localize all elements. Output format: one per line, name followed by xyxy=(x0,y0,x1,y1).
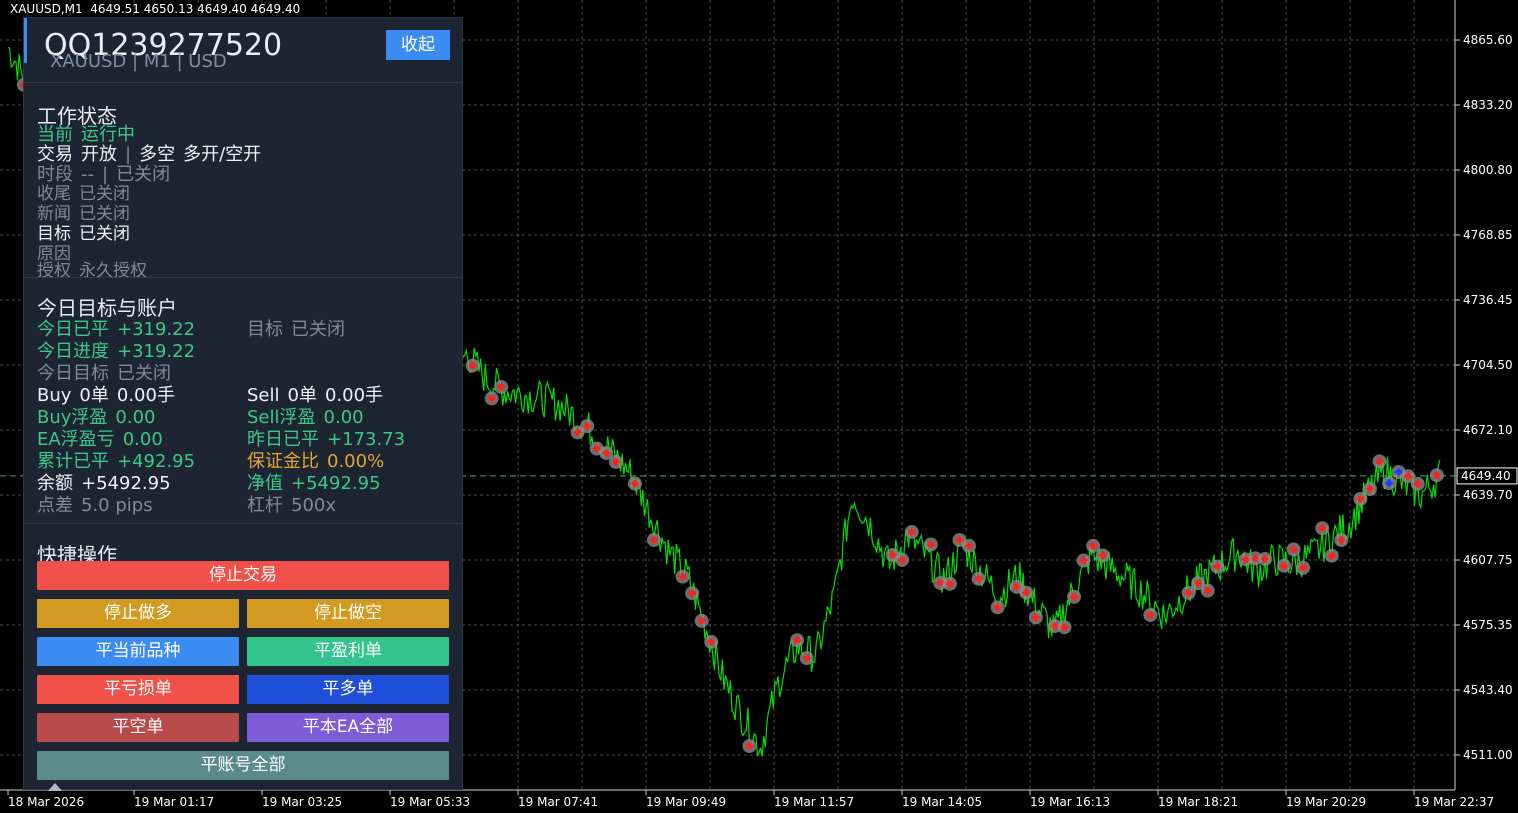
spread-value: 5.0 pips xyxy=(81,495,153,516)
spread-row: 点差 5.0 pips xyxy=(37,491,153,517)
close-account-all-button[interactable]: 平账号全部 xyxy=(37,751,449,780)
price-tick-label: 4607.75 xyxy=(1463,553,1513,567)
open-mode-value: 多开/空开 xyxy=(183,144,262,165)
time-tick-label: 19 Mar 20:29 xyxy=(1286,795,1366,809)
time-tick-label: 19 Mar 16:13 xyxy=(1030,795,1110,809)
time-tick-label: 19 Mar 18:21 xyxy=(1158,795,1238,809)
symbol-timeframe: XAUUSD,M1 xyxy=(10,2,83,16)
price-tick-label: 4833.20 xyxy=(1463,98,1513,112)
time-tick-label: 19 Mar 14:05 xyxy=(902,795,982,809)
spread-label: 点差 xyxy=(37,495,73,516)
price-tick-label: 4511.00 xyxy=(1463,748,1513,762)
panel-subtitle: XAUUSD | M1 | USD xyxy=(50,51,227,72)
price-tick-label: 4768.85 xyxy=(1463,228,1513,242)
time-tick-label: 19 Mar 11:57 xyxy=(774,795,854,809)
time-tick-label: 19 Mar 09:49 xyxy=(646,795,726,809)
collapse-button[interactable]: 收起 xyxy=(386,30,450,60)
time-tick-label: 19 Mar 03:25 xyxy=(262,795,342,809)
stop-trading-button[interactable]: 停止交易 xyxy=(37,561,449,590)
price-tick-label: 4704.50 xyxy=(1463,358,1513,372)
target-value: 已关闭 xyxy=(79,224,130,244)
price-tick-label: 4639.70 xyxy=(1463,488,1513,502)
close-ea-all-button[interactable]: 平本EA全部 xyxy=(247,713,449,742)
price-tick-label: 4672.10 xyxy=(1463,423,1513,437)
price-tick-label: 4800.80 xyxy=(1463,163,1513,177)
stop-short-button[interactable]: 停止做空 xyxy=(247,599,449,628)
time-tick-label: 19 Mar 05:33 xyxy=(390,795,470,809)
current-price-label: 4649.40 xyxy=(1461,469,1511,483)
close-loss-button[interactable]: 平亏损单 xyxy=(37,675,239,704)
divider xyxy=(24,523,462,524)
divider xyxy=(24,277,462,278)
chart-symbol-header: XAUUSD,M1 4649.51 4650.13 4649.40 4649.4… xyxy=(10,2,300,16)
target-row: 目标 已关闭 xyxy=(247,315,345,341)
license-value: 永久授权 xyxy=(79,261,147,281)
time-tick-label: 19 Mar 07:41 xyxy=(518,795,598,809)
time-tick-label: 19 Mar 22:37 xyxy=(1414,795,1494,809)
ohlc-values: 4649.51 4650.13 4649.40 4649.40 xyxy=(90,2,301,16)
close-long-button[interactable]: 平多单 xyxy=(247,675,449,704)
panel-resize-arrow-icon[interactable] xyxy=(48,783,62,791)
price-tick-label: 4575.35 xyxy=(1463,618,1513,632)
price-tick-label: 4543.40 xyxy=(1463,683,1513,697)
leverage-value: 500x xyxy=(291,495,337,516)
divider xyxy=(24,82,462,83)
ea-control-panel: QQ1239277520 收起 XAUUSD | M1 | USD 工作状态 当… xyxy=(23,17,463,791)
price-tick-label: 4736.45 xyxy=(1463,293,1513,307)
close-current-symbol-button[interactable]: 平当前品种 xyxy=(37,637,239,666)
close-profit-button[interactable]: 平盈利单 xyxy=(247,637,449,666)
leverage-row: 杠杆 500x xyxy=(247,491,336,517)
price-tick-label: 4865.60 xyxy=(1463,33,1513,47)
license-label: 授权 xyxy=(37,261,71,281)
close-short-button[interactable]: 平空单 xyxy=(37,713,239,742)
panel-accent-bar xyxy=(24,18,27,63)
stop-long-button[interactable]: 停止做多 xyxy=(37,599,239,628)
time-tick-label: 19 Mar 01:17 xyxy=(134,795,214,809)
time-tick-label: 18 Mar 2026 xyxy=(8,795,84,809)
acct-target-value: 已关闭 xyxy=(291,319,345,340)
acct-target-label: 目标 xyxy=(247,319,283,340)
leverage-label: 杠杆 xyxy=(247,495,283,516)
